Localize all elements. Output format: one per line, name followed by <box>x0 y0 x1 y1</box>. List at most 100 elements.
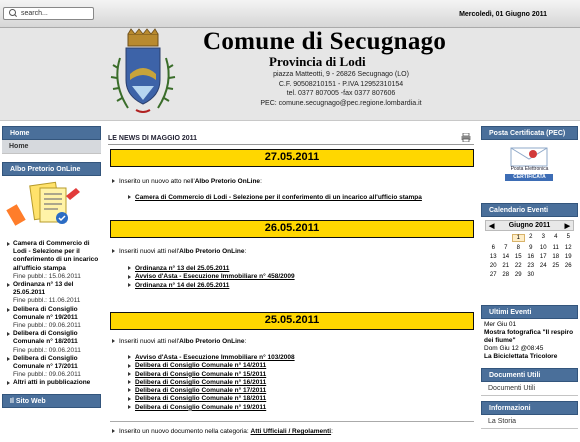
day-header: 26.05.2011 <box>110 220 474 238</box>
calendar-day[interactable]: 21 <box>500 263 513 269</box>
info-item[interactable]: La Storia <box>481 415 578 429</box>
sito-header: Il Sito Web <box>2 393 101 408</box>
news-link[interactable]: Delibera di Consiglio Comunale n° 18/201… <box>128 395 295 403</box>
event-link[interactable]: Mostra fotografica "Il respiro dei fiume… <box>484 329 575 345</box>
news-link[interactable]: Delibera di Consiglio Comunale n° 19/201… <box>128 404 295 412</box>
list-item[interactable]: Ordinanza n° 13 del 25.05.2011 Fine pubbl… <box>2 281 101 306</box>
calendar-header: Calendario Eventi <box>481 203 578 217</box>
calendar-day[interactable]: 14 <box>500 254 513 260</box>
current-date: Mercoledì, 01 Giugno 2011 <box>459 11 547 18</box>
calendar: ◀ Giugno 2011 ▶ 1 2 3 4 5 6 7 8 9 10 11 12 13 14 15 16 1… <box>481 217 578 305</box>
calendar-day[interactable]: 7 <box>500 245 513 251</box>
menu-header-home: Home <box>2 126 101 140</box>
menu-item-home[interactable]: Home <box>2 140 101 154</box>
contact-info: piazza Matteotti, 9 - 26826 Secugnago (L… <box>236 70 446 109</box>
calendar-day[interactable]: 25 <box>550 263 563 269</box>
pec-address: PEC: comune.secugnago@pec.regione.lombar… <box>260 100 422 108</box>
event-date: Mer Giu 01 <box>484 321 517 328</box>
print-icon[interactable] <box>461 133 471 142</box>
list-item-more[interactable]: Altri atti in pubblicazione <box>2 379 101 387</box>
events-list: Mer Giu 01 Mostra fotografica "Il respir… <box>481 319 578 363</box>
pec-badge-top: Posta Elettronica <box>510 166 549 172</box>
calendar-day[interactable]: 18 <box>550 254 563 260</box>
page-title: LE NEWS DI MAGGIO 2011 <box>108 135 198 142</box>
news-link[interactable]: Delibera di Consiglio Comunale n° 15/201… <box>128 371 295 379</box>
divider <box>110 421 474 422</box>
calendar-day[interactable]: 12 <box>562 245 575 251</box>
day-header: 27.05.2011 <box>110 149 474 167</box>
calendar-day[interactable]: 5 <box>562 234 575 242</box>
calendar-day[interactable]: 10 <box>537 245 550 251</box>
divider <box>108 144 474 145</box>
news-links: Camera di Commercio di Lodi - Selezione … <box>128 194 422 202</box>
category-link[interactable]: Atti Ufficiali / Regolamenti <box>251 428 332 435</box>
pec-badge[interactable]: Posta Elettronica CERTIFICATA <box>481 140 578 185</box>
calendar-day[interactable]: 19 <box>562 254 575 260</box>
calendar-grid: 1 2 3 4 5 6 7 8 9 10 11 12 13 14 15 16 17 18 19 20 21 22 23 24 2… <box>487 234 574 278</box>
docs-item[interactable]: Documenti Utili <box>481 382 578 396</box>
phone: tel. 0377 807005 -fax 0377 807606 <box>286 90 396 98</box>
calendar-day[interactable]: 27 <box>487 272 500 278</box>
docs-header: Documenti Utili <box>481 368 578 382</box>
site-header: Comune di Secugnago Provincia di Lodi pi… <box>0 28 580 121</box>
calendar-day[interactable]: 3 <box>537 234 550 242</box>
calendar-blank <box>487 234 500 242</box>
calendar-day[interactable]: 8 <box>512 245 525 251</box>
pec-badge-bottom: CERTIFICATA <box>513 174 546 180</box>
address: piazza Matteotti, 9 - 26826 Secugnago (L… <box>273 71 409 78</box>
calendar-day[interactable]: 6 <box>487 245 500 251</box>
calendar-day[interactable]: 30 <box>525 272 538 278</box>
search-input[interactable]: search... <box>3 7 94 20</box>
calendar-day[interactable]: 26 <box>562 263 575 269</box>
news-entry: Inseriti nuovi atti nell'Albo Pretorio O… <box>112 338 246 345</box>
calendar-day[interactable]: 16 <box>525 254 538 260</box>
news-entry: Inserito un nuovo documento nella catego… <box>112 428 333 435</box>
calendar-day[interactable]: 15 <box>512 254 525 260</box>
list-item[interactable]: Delibera di Consiglio Comunale n° 18/201… <box>2 330 101 355</box>
calendar-day[interactable]: 2 <box>525 234 538 242</box>
event-link[interactable]: La Biciclettata Tricolore <box>484 353 575 361</box>
calendar-day[interactable]: 17 <box>537 254 550 260</box>
calendar-day[interactable]: 23 <box>525 263 538 269</box>
news-entry: Inseriti nuovi atti nell'Albo Pretorio O… <box>112 248 246 255</box>
top-bar: search... Mercoledì, 01 Giugno 2011 <box>0 0 580 28</box>
calendar-day[interactable]: 28 <box>500 272 513 278</box>
calendar-day[interactable]: 4 <box>550 234 563 242</box>
news-link[interactable]: Delibera di Consiglio Comunale n° 16/201… <box>128 379 295 387</box>
left-sidebar: Home Home Albo Pretorio OnLine Camera di… <box>2 126 101 442</box>
calendar-month-bar: ◀ Giugno 2011 ▶ <box>485 220 574 231</box>
calendar-day[interactable]: 24 <box>537 263 550 269</box>
calendar-blank <box>500 234 513 242</box>
calendar-day[interactable]: 13 <box>487 254 500 260</box>
news-link[interactable]: Avviso d'Asta - Esecuzione Immobiliare n… <box>128 273 295 281</box>
calendar-day[interactable]: 11 <box>550 245 563 251</box>
pec-header: Posta Certificata (PEC) <box>481 126 578 140</box>
main-content: LE NEWS DI MAGGIO 2011 27.05.2011 Inseri… <box>106 126 475 442</box>
coat-of-arms-icon <box>110 28 176 113</box>
news-link[interactable]: Camera di Commercio di Lodi - Selezione … <box>128 194 422 202</box>
calendar-day[interactable]: 22 <box>512 263 525 269</box>
site-subtitle: Provincia di Lodi <box>269 54 366 69</box>
calendar-day[interactable]: 1 <box>512 234 525 242</box>
calendar-day[interactable]: 29 <box>512 272 525 278</box>
info-header: Informazioni <box>481 401 578 415</box>
search-icon <box>9 9 18 18</box>
day-header: 25.05.2011 <box>110 312 474 330</box>
event-date: Dom Giu 12 @08:45 <box>484 345 544 352</box>
albo-pretorio-image[interactable] <box>2 176 101 240</box>
prev-month-icon[interactable]: ◀ <box>489 222 494 230</box>
site-title: Comune di Secugnago <box>203 28 447 55</box>
news-link[interactable]: Delibera di Consiglio Comunale n° 14/201… <box>128 362 295 370</box>
list-item[interactable]: Delibera di Consiglio Comunale n° 17/201… <box>2 355 101 380</box>
calendar-day[interactable]: 9 <box>525 245 538 251</box>
fiscal-code: C.F. 90508210151 - P.IVA 12952310154 <box>278 80 404 88</box>
list-item[interactable]: Delibera di Consiglio Comunale n° 19/201… <box>2 306 101 331</box>
calendar-month: Giugno 2011 <box>508 222 551 229</box>
next-month-icon[interactable]: ▶ <box>565 222 570 230</box>
news-link[interactable]: Ordinanza n° 14 del 26.05.2011 <box>128 282 295 290</box>
list-item[interactable]: Camera di Commercio di Lodi - Selezione … <box>2 240 101 281</box>
right-sidebar: Posta Certificata (PEC) Posta Elettronic… <box>481 126 578 442</box>
news-links: Ordinanza n° 13 del 25.05.2011 Avviso d'… <box>128 265 295 290</box>
news-links: Avviso d'Asta - Esecuzione Immobiliare n… <box>128 354 295 412</box>
calendar-day[interactable]: 20 <box>487 263 500 269</box>
